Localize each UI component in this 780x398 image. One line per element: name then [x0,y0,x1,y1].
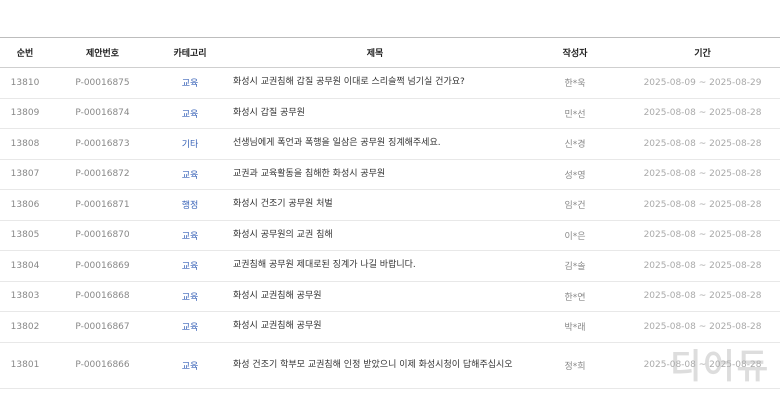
row-no: 13806 [0,189,50,221]
row-proposal-no: P-00016873 [50,128,155,160]
row-no: 13809 [0,98,50,129]
proposal-table-container: 순번 제안번호 카테고리 제목 작성자 기간 13810 P-00016875 … [0,0,780,389]
row-title-link[interactable]: 화성시 교권침해 공무원 [225,311,525,343]
row-category: 행정 [155,189,225,221]
row-category: 교육 [155,281,225,312]
row-proposal-no: P-00016871 [50,189,155,221]
watermark-logo: 디어듀 [670,347,770,387]
header-proposal-no: 제안번호 [50,37,155,68]
table-row[interactable]: 13810 P-00016875 교육 화성시 교권침해 갑질 공무원 이대로 … [0,67,780,99]
table-body: 13810 P-00016875 교육 화성시 교권침해 갑질 공무원 이대로 … [0,67,780,389]
table-row[interactable]: 13807 P-00016872 교육 교권과 교육활동을 침해한 화성시 공무… [0,159,780,190]
row-proposal-no: P-00016866 [50,342,155,389]
table-row[interactable]: 13808 P-00016873 기타 선생님에게 폭언과 폭행을 일삼은 공무… [0,128,780,160]
row-author: 박*래 [525,311,625,343]
row-author: 성*영 [525,159,625,190]
table-row[interactable]: 13804 P-00016869 교육 교권침해 공무원 제대로된 징계가 나길… [0,250,780,282]
row-category: 교육 [155,220,225,251]
row-period: 2025-08-08 ~ 2025-08-28 [625,98,780,129]
row-category: 기타 [155,128,225,160]
table-row[interactable]: 13805 P-00016870 교육 화성시 공무원의 교권 침해 이*은 2… [0,220,780,251]
header-author: 작성자 [525,37,625,68]
row-author: 한*욱 [525,67,625,99]
row-period: 2025-08-08 ~ 2025-08-28 [625,128,780,160]
row-author: 임*건 [525,189,625,221]
row-no: 13808 [0,128,50,160]
row-period: 2025-08-08 ~ 2025-08-28 [625,311,780,343]
row-author: 정*희 [525,342,625,389]
row-author: 이*은 [525,220,625,251]
row-category: 교육 [155,67,225,99]
row-proposal-no: P-00016869 [50,250,155,282]
row-title-link[interactable]: 화성시 공무원의 교권 침해 [225,220,525,251]
header-row: 순번 제안번호 카테고리 제목 작성자 기간 [0,37,780,68]
row-category: 교육 [155,342,225,389]
header-period: 기간 [625,37,780,68]
row-proposal-no: P-00016875 [50,67,155,99]
table-row[interactable]: 13801 P-00016866 교육 화성 건조기 학부모 교권침해 인정 받… [0,342,780,389]
row-title-link[interactable]: 화성시 갑질 공무원 [225,98,525,129]
table-row[interactable]: 13809 P-00016874 교육 화성시 갑질 공무원 민*선 2025-… [0,98,780,129]
row-category: 교육 [155,98,225,129]
row-author: 신*경 [525,128,625,160]
row-author: 한*연 [525,281,625,312]
row-period: 2025-08-09 ~ 2025-08-29 [625,67,780,99]
header-no: 순번 [0,37,50,68]
row-category: 교육 [155,311,225,343]
row-title-link[interactable]: 교권침해 공무원 제대로된 징계가 나길 바랍니다. [225,250,525,282]
row-category: 교육 [155,250,225,282]
row-proposal-no: P-00016868 [50,281,155,312]
row-no: 13805 [0,220,50,251]
row-proposal-no: P-00016872 [50,159,155,190]
row-proposal-no: P-00016874 [50,98,155,129]
table-row[interactable]: 13802 P-00016867 교육 화성시 교권침해 공무원 박*래 202… [0,311,780,343]
row-period: 2025-08-08 ~ 2025-08-28 [625,220,780,251]
row-proposal-no: P-00016867 [50,311,155,343]
row-no: 13807 [0,159,50,190]
proposal-table: 순번 제안번호 카테고리 제목 작성자 기간 13810 P-00016875 … [0,37,780,389]
row-no: 13804 [0,250,50,282]
header-category: 카테고리 [155,37,225,68]
row-title-link[interactable]: 화성시 건조기 공무원 처벌 [225,189,525,221]
row-period: 2025-08-08 ~ 2025-08-28 [625,159,780,190]
row-title-link[interactable]: 화성시 교권침해 갑질 공무원 이대로 스리슬쩍 넘기실 건가요? [225,67,525,99]
top-spacer [0,0,780,37]
row-period: 2025-08-08 ~ 2025-08-28 [625,281,780,312]
table-row[interactable]: 13806 P-00016871 행정 화성시 건조기 공무원 처벌 임*건 2… [0,189,780,221]
header-title: 제목 [225,37,525,68]
row-proposal-no: P-00016870 [50,220,155,251]
row-no: 13810 [0,67,50,99]
row-period: 2025-08-08 ~ 2025-08-28 [625,250,780,282]
row-author: 민*선 [525,98,625,129]
row-period: 2025-08-08 ~ 2025-08-28 [625,189,780,221]
row-title-link[interactable]: 화성 건조기 학부모 교권침해 인정 받았으니 이제 화성시청이 답해주십시오 [225,342,525,389]
table-row[interactable]: 13803 P-00016868 교육 화성시 교권침해 공무원 한*연 202… [0,281,780,312]
row-title-link[interactable]: 교권과 교육활동을 침해한 화성시 공무원 [225,159,525,190]
row-author: 김*솔 [525,250,625,282]
row-title-link[interactable]: 화성시 교권침해 공무원 [225,281,525,312]
row-title-link[interactable]: 선생님에게 폭언과 폭행을 일삼은 공무원 징계해주세요. [225,128,525,160]
row-no: 13802 [0,311,50,343]
row-no: 13801 [0,342,50,389]
table-header: 순번 제안번호 카테고리 제목 작성자 기간 [0,37,780,68]
row-no: 13803 [0,281,50,312]
row-category: 교육 [155,159,225,190]
